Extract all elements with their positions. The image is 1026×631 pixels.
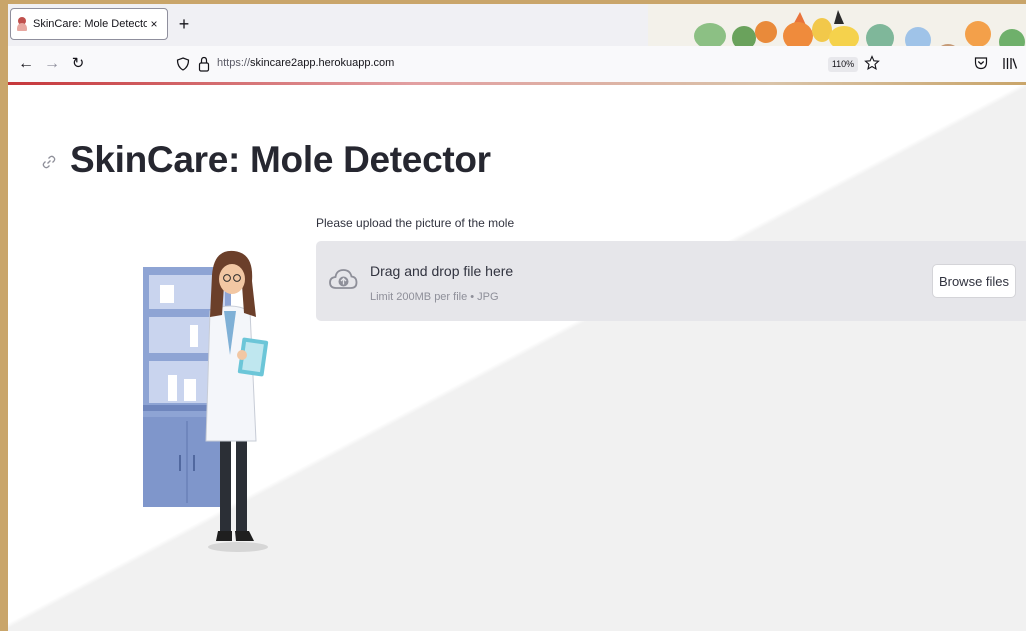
close-tab-icon[interactable]: ×: [147, 17, 161, 31]
link-icon[interactable]: [41, 154, 57, 170]
favicon-icon: [17, 17, 27, 31]
url-protocol: https://: [217, 57, 251, 69]
zoom-indicator[interactable]: 110%: [828, 57, 858, 72]
navigation-toolbar: ← → ↻ https://skincare2app.herokuapp.com…: [8, 46, 1026, 82]
star-icon[interactable]: [864, 55, 880, 71]
address-bar[interactable]: https://skincare2app.herokuapp.com: [217, 57, 394, 69]
url-host: skincare2app.herokuapp.com: [250, 57, 395, 69]
new-tab-button[interactable]: +: [172, 12, 196, 36]
browse-files-button[interactable]: Browse files: [932, 264, 1016, 298]
shield-icon[interactable]: [176, 57, 190, 71]
back-icon[interactable]: ←: [14, 52, 38, 76]
dropzone-title: Drag and drop file here: [370, 263, 514, 279]
forward-icon[interactable]: →: [40, 52, 64, 76]
lock-icon[interactable]: [198, 56, 210, 72]
file-dropzone[interactable]: Drag and drop file here Limit 200MB per …: [316, 241, 1026, 321]
pocket-icon[interactable]: [974, 56, 988, 70]
page-title: SkinCare: Mole Detector: [70, 139, 491, 180]
cloud-upload-icon: [329, 269, 358, 289]
doctor-illustration: [143, 250, 269, 552]
reload-icon[interactable]: ↻: [66, 52, 90, 76]
dropzone-limit: Limit 200MB per file • JPG: [370, 291, 499, 303]
browser-window: SkinCare: Mole Detector App × + ← → ↻: [8, 4, 1026, 631]
tab-skincare[interactable]: SkinCare: Mole Detector App ×: [10, 8, 168, 40]
app-page: SkinCare: Mole Detector Please upload th…: [8, 85, 1026, 631]
upload-label: Please upload the picture of the mole: [316, 216, 515, 230]
library-icon[interactable]: [1002, 56, 1018, 70]
tab-title: SkinCare: Mole Detector App: [33, 18, 147, 30]
